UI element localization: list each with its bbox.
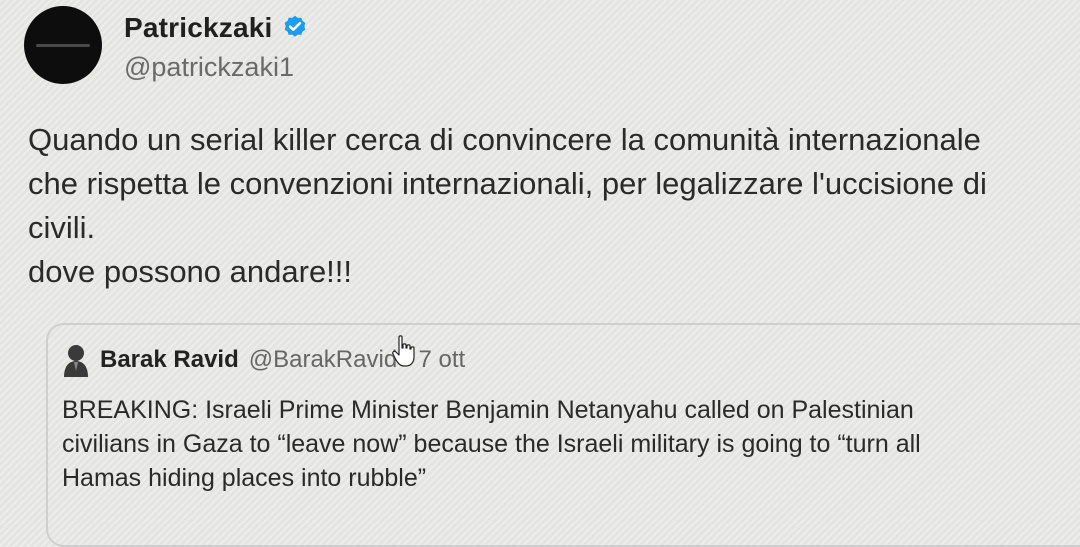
author-name-row: Patrickzaki xyxy=(124,12,309,44)
quoted-text-line: Hamas hiding places into rubble” xyxy=(62,464,427,492)
author-display-name[interactable]: Patrickzaki xyxy=(124,12,273,44)
quoted-author-handle-date[interactable]: @BarakRavid · 7 ott xyxy=(249,346,465,374)
author-handle[interactable]: @patrickzaki1 xyxy=(124,52,294,83)
avatar[interactable] xyxy=(24,6,102,84)
hand-cursor-icon xyxy=(392,335,415,367)
avatar-logo xyxy=(36,43,90,47)
tweet-text: Quando un serial killer cerca di convinc… xyxy=(28,118,1068,294)
quoted-tweet[interactable]: Barak Ravid @BarakRavid · 7 ott BREAKING… xyxy=(46,323,1080,547)
verified-badge-icon xyxy=(284,15,305,37)
quoted-author-name[interactable]: Barak Ravid xyxy=(100,346,239,374)
tweet-text-line: che rispetta le convenzioni internaziona… xyxy=(28,166,987,201)
quoted-text-line: civilians in Gaza to “leave now” because… xyxy=(62,430,921,458)
person-silhouette-icon[interactable] xyxy=(62,343,90,377)
quoted-text-line: BREAKING: Israeli Prime Minister Benjami… xyxy=(62,396,914,424)
tweet-card[interactable]: Patrickzaki @patrickzaki1 Quando un seri… xyxy=(0,0,1080,547)
tweet-text-line: civili. xyxy=(28,210,96,245)
tweet-text-line: dove possono andare!!! xyxy=(28,254,353,289)
tweet-text-line: Quando un serial killer cerca di convinc… xyxy=(28,122,981,157)
quoted-tweet-text: BREAKING: Israeli Prime Minister Benjami… xyxy=(62,393,1072,495)
